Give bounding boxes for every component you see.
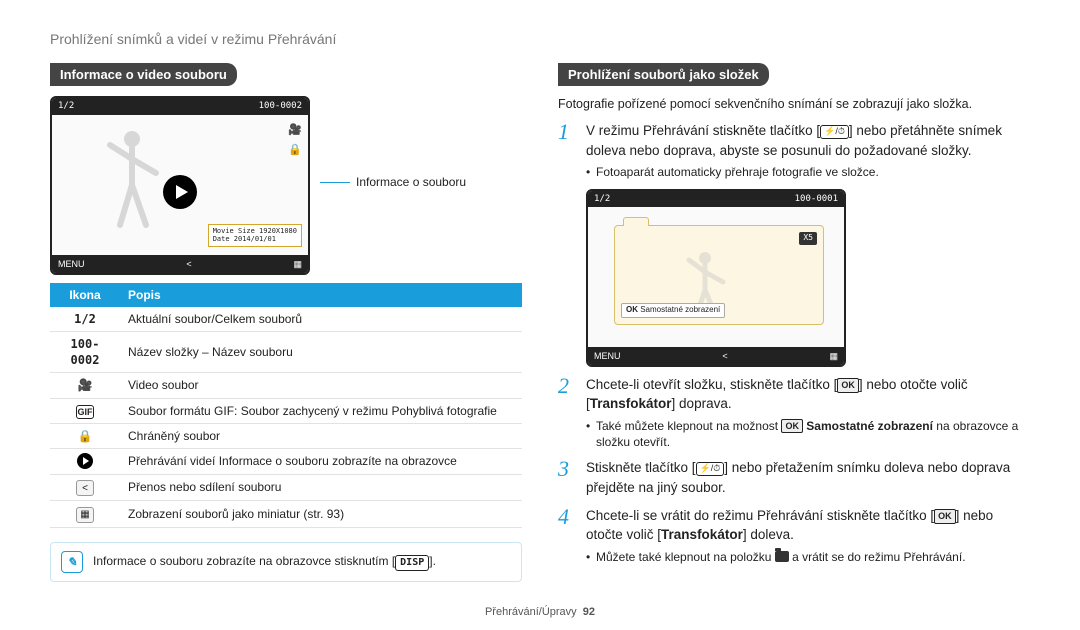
icon-description-table: Ikona Popis 1/2Aktuální soubor/Celkem so… <box>50 283 522 528</box>
gif-icon: GIF <box>76 405 94 419</box>
right-section-heading: Prohlížení souborů jako složek <box>558 63 769 87</box>
step-4-sub: Můžete také klepnout na položku a vrátit… <box>586 549 1030 565</box>
preview2-file-id: 100-0001 <box>795 193 838 205</box>
page-title: Prohlížení snímků a videí v režimu Přehr… <box>50 30 1030 49</box>
step-2-sub: Také můžete klepnout na možnost OK Samos… <box>586 418 1030 450</box>
lock-icon: 🔒 <box>288 143 302 158</box>
step-2: 2 Chcete-li otevřít složku, stiskněte tl… <box>558 375 1030 414</box>
preview2-counter: 1/2 <box>594 193 610 205</box>
table-row: 🔒Chráněný soubor <box>50 424 522 449</box>
step-4: 4 Chcete-li se vrátit do režimu Přehrává… <box>558 506 1030 545</box>
play-icon <box>163 175 197 209</box>
th-icon: Ikona <box>50 283 120 307</box>
lock-icon: 🔒 <box>78 429 93 443</box>
folder-icon <box>775 551 789 562</box>
thumbnail-icon: ▦ <box>293 258 302 270</box>
burst-badge: X5 <box>799 232 817 245</box>
video-preview: 1/2 100-0002 🎥 🔒 Movie Size 1920X1080 Da… <box>50 96 310 274</box>
play-icon <box>77 453 93 469</box>
preview-counter: 1/2 <box>58 100 74 112</box>
th-desc: Popis <box>120 283 522 307</box>
share-icon: < <box>76 480 94 496</box>
dancer-figure-icon <box>92 125 172 245</box>
flash-timer-icon: ⚡/⏱ <box>696 462 725 476</box>
step-1: 1 V režimu Přehrávání stiskněte tlačítko… <box>558 121 1030 160</box>
table-row: Přehrávání videí Informace o souboru zob… <box>50 449 522 474</box>
thumbnail-icon: ▦ <box>829 350 838 362</box>
info-note-icon: ✎ <box>61 551 83 573</box>
video-icon: 🎥 <box>78 378 93 392</box>
flash-timer-icon: ⚡/⏱ <box>820 125 849 139</box>
intro-text: Fotografie pořízené pomocí sekvenčního s… <box>558 96 1030 113</box>
leader-line <box>320 182 350 183</box>
right-column: Prohlížení souborů jako složek Fotografi… <box>558 63 1030 597</box>
ok-chip: OK <box>934 509 956 524</box>
table-row: 1/2Aktuální soubor/Celkem souborů <box>50 307 522 332</box>
disp-chip: DISP <box>395 555 429 571</box>
folder-stack-icon: X5 OK Samostatné zobrazení <box>614 225 824 325</box>
preview2-menu-label: MENU <box>594 350 621 362</box>
table-row: ▦Zobrazení souborů jako miniatur (str. 9… <box>50 501 522 528</box>
preview-info-box: Movie Size 1920X1080 Date 2014/01/01 <box>208 224 302 247</box>
left-section-heading: Informace o video souboru <box>50 63 237 87</box>
ok-chip: OK <box>837 378 859 393</box>
video-icon: 🎥 <box>288 123 302 138</box>
preview-file-id: 100-0002 <box>259 100 302 112</box>
leader-label: Informace o souboru <box>356 174 466 190</box>
thumbnail-icon: ▦ <box>76 507 94 523</box>
table-row: 🎥Video soubor <box>50 373 522 398</box>
table-row: GIFSoubor formátu GIF: Soubor zachycený … <box>50 398 522 424</box>
table-row: <Přenos nebo sdílení souboru <box>50 474 522 501</box>
preview-menu-label: MENU <box>58 258 85 270</box>
share-icon: < <box>186 258 191 270</box>
step-3: 3 Stiskněte tlačítko [⚡/⏱] nebo přetažen… <box>558 458 1030 497</box>
table-row: 100-0002Název složky – Název souboru <box>50 332 522 373</box>
folder-preview: 1/2 100-0001 X5 OK Samostatné zobrazení … <box>586 189 846 367</box>
ok-standalone-chip: OK Samostatné zobrazení <box>621 303 725 318</box>
page-footer: Přehrávání/Úpravy 92 <box>50 597 1030 620</box>
ok-chip: OK <box>781 419 803 433</box>
info-note: ✎ Informace o souboru zobrazíte na obraz… <box>50 542 522 582</box>
left-column: Informace o video souboru 1/2 100-0002 🎥… <box>50 63 522 597</box>
step-1-sub: Fotoaparát automaticky přehraje fotograf… <box>586 164 1030 180</box>
share-icon: < <box>722 350 727 362</box>
